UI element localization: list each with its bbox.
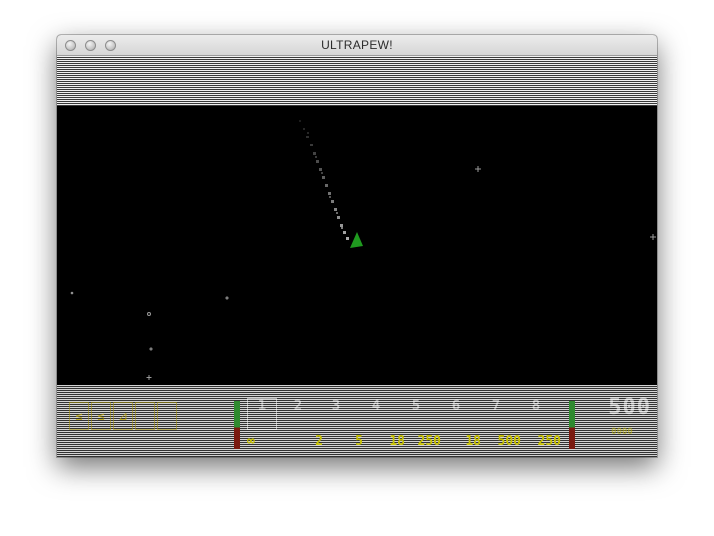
enemy-sprites — [70, 166, 656, 395]
ammo-slot-6: 18 — [465, 434, 481, 449]
weapon-slot-2[interactable]: 2 — [279, 398, 317, 414]
hud-control-3[interactable]: ⊿ — [113, 402, 133, 430]
ammo-slot-2: 2 — [315, 434, 323, 449]
plus-star-icon — [650, 234, 656, 240]
ammo-slot-4: 18 — [389, 434, 405, 449]
plus-star-icon — [146, 375, 152, 380]
top-scanline-border — [57, 56, 657, 106]
window-title: ULTRAPEW! — [321, 38, 393, 52]
weapon-slot-8[interactable]: 8 — [517, 398, 555, 414]
dot-star-icon — [70, 291, 74, 295]
window-titlebar: ULTRAPEW! — [57, 35, 657, 56]
hud-control-2[interactable]: ≤ — [91, 402, 111, 430]
dot-star-icon — [225, 296, 229, 300]
hud-control-1[interactable]: ≤ — [69, 402, 89, 430]
dot-star-icon — [147, 312, 151, 316]
plus-star-icon — [475, 166, 481, 172]
ammo-slot-3: 5 — [355, 434, 363, 449]
hud-control-4[interactable] — [135, 402, 155, 430]
dot-star-icon — [149, 347, 153, 351]
weapon-slot-6[interactable]: 6 — [437, 398, 475, 414]
health-meter-left — [234, 401, 240, 449]
weapon-slot-1[interactable]: 1 — [243, 398, 281, 414]
score-display: 500 — [608, 395, 651, 420]
ammo-slot-1: ∞ — [247, 434, 255, 449]
game-window: ULTRAPEW! ≤ ≤ ⊿ 1 2 3 4 5 6 7 8 ∞ 2 5 18… — [57, 35, 657, 457]
player-ship-icon — [350, 232, 363, 248]
weapon-slot-3[interactable]: 3 — [317, 398, 355, 414]
hud-control-5[interactable] — [157, 402, 177, 430]
ammo-slot-8: 250 — [537, 434, 561, 449]
playfield-canvas — [70, 120, 656, 395]
score-sub-display: 0000 — [611, 427, 633, 437]
health-meter-right — [569, 401, 575, 449]
weapon-slot-7[interactable]: 7 — [477, 398, 515, 414]
ammo-slot-5: 250 — [417, 434, 441, 449]
weapon-slot-5[interactable]: 5 — [397, 398, 435, 414]
ship-exhaust-trail — [299, 120, 349, 240]
weapon-hud: ≤ ≤ ⊿ 1 2 3 4 5 6 7 8 ∞ 2 5 18 250 18 50… — [57, 385, 657, 457]
ammo-slot-7: 500 — [497, 434, 521, 449]
game-playfield[interactable] — [57, 106, 657, 395]
weapon-slot-4[interactable]: 4 — [357, 398, 395, 414]
